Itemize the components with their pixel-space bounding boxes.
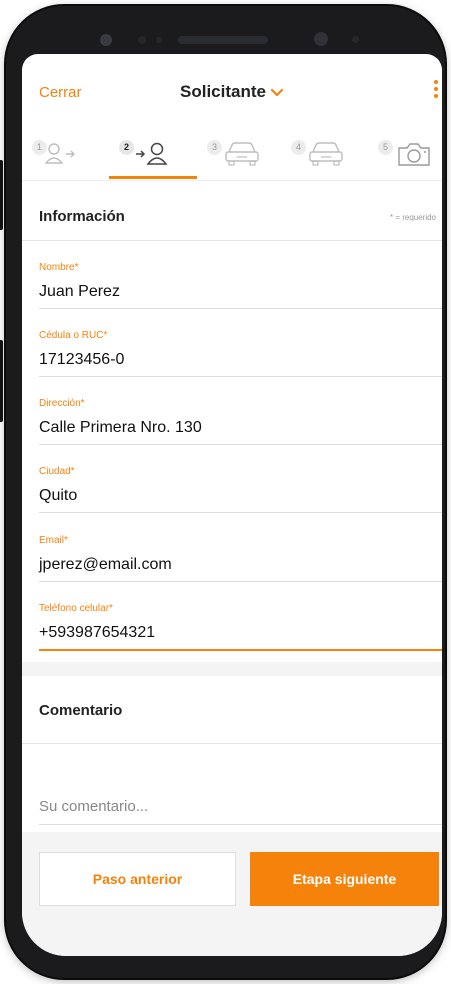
step-4[interactable]: 4: [291, 136, 347, 170]
section-divider: [22, 240, 442, 241]
city-field[interactable]: Ciudad* Quito: [39, 466, 442, 526]
phone-frame: Cerrar Solicitante 1 2 3 4 5 Información…: [0, 6, 445, 978]
required-note: * = requerido: [389, 213, 436, 222]
step-number: 3: [207, 140, 222, 155]
field-value: +593987654321: [39, 624, 156, 641]
page-title[interactable]: Solicitante: [22, 82, 442, 102]
name-field[interactable]: Nombre* Juan Perez: [39, 262, 442, 322]
stepper-divider: [22, 180, 442, 181]
page-title-text: Solicitante: [180, 82, 266, 101]
step-2[interactable]: 2: [119, 136, 177, 170]
field-label: Teléfono celular*: [39, 603, 113, 614]
field-label: Dirección*: [39, 398, 85, 409]
front-camera: [100, 34, 112, 46]
proximity-sensor: [352, 36, 359, 43]
field-value: Quito: [39, 487, 78, 504]
step-1[interactable]: 1: [32, 136, 80, 170]
field-value: jperez@email.com: [39, 556, 172, 573]
field-value: Juan Perez: [39, 283, 120, 300]
step-number: 2: [119, 140, 134, 155]
sensor-dot: [138, 36, 146, 44]
field-underline: [39, 581, 442, 582]
active-step-indicator: [109, 176, 197, 179]
field-label: Nombre*: [39, 262, 79, 273]
person-arrow-icon: [45, 143, 75, 164]
field-underline: [39, 376, 442, 377]
step-5[interactable]: 5: [378, 136, 438, 170]
step-number: 4: [291, 140, 306, 155]
info-section-title: Información: [39, 208, 125, 225]
email-field[interactable]: Email* jperez@email.com: [39, 535, 442, 595]
field-value: Calle Primera Nro. 130: [39, 419, 202, 436]
kebab-icon[interactable]: [432, 80, 440, 104]
field-underline-focused: [39, 649, 442, 651]
sensor-dot-2: [156, 37, 162, 43]
comment-input[interactable]: Su comentario...: [39, 798, 148, 815]
volume-button-lower: [0, 340, 3, 422]
app-screen: Cerrar Solicitante 1 2 3 4 5 Información…: [22, 54, 442, 956]
camera-icon: [398, 143, 430, 166]
arrow-person-icon: [136, 142, 168, 165]
section-spacer: [22, 662, 442, 676]
field-label: Ciudad*: [39, 466, 75, 477]
address-field[interactable]: Dirección* Calle Primera Nro. 130: [39, 398, 442, 458]
section-divider: [22, 743, 442, 744]
field-underline: [39, 444, 442, 445]
next-step-button[interactable]: Etapa siguiente: [250, 852, 439, 906]
id-ruc-field[interactable]: Cédula o RUC* 17123456-0: [39, 330, 442, 390]
step-progress: 1 2 3 4 5: [22, 128, 442, 181]
chevron-down-icon: [270, 88, 284, 96]
field-label: Email*: [39, 535, 68, 546]
step-3[interactable]: 3: [207, 136, 263, 170]
volume-button: [0, 160, 3, 230]
field-label: Cédula o RUC*: [39, 330, 108, 341]
comment-underline: [39, 824, 442, 825]
comment-section-title: Comentario: [39, 702, 123, 719]
iris-scanner: [314, 32, 328, 46]
step-number: 5: [378, 140, 393, 155]
car-icon: [309, 142, 343, 166]
field-value: 17123456-0: [39, 351, 125, 368]
car-icon: [225, 142, 259, 166]
field-underline: [39, 308, 442, 309]
app-header: Cerrar Solicitante: [22, 54, 442, 126]
field-underline: [39, 512, 442, 513]
mobile-phone-field[interactable]: Teléfono celular* +593987654321: [39, 603, 442, 663]
earpiece-speaker: [178, 36, 268, 44]
previous-step-button[interactable]: Paso anterior: [39, 852, 236, 906]
footer-bar: Paso anterior Etapa siguiente: [22, 832, 442, 956]
